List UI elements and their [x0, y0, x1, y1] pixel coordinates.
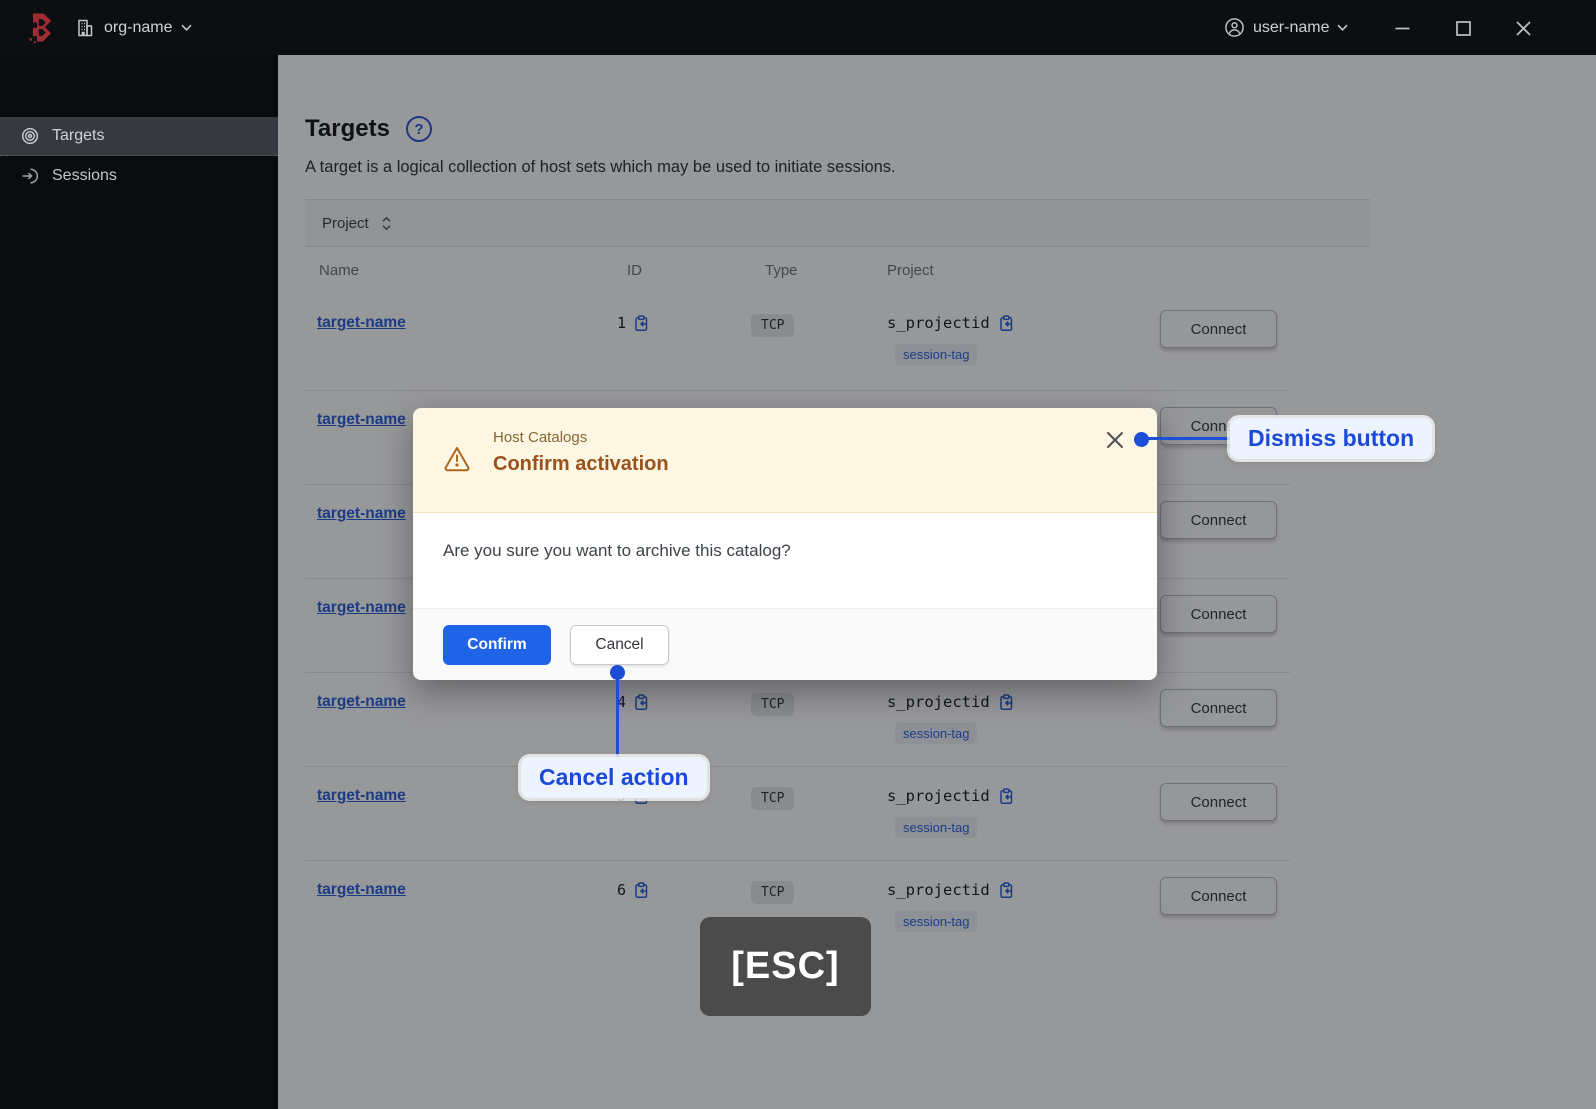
- app-window: org-name user-name Targets Sessions Targ…: [0, 0, 1596, 1109]
- org-icon: [75, 18, 95, 38]
- sidebar-item-label: Targets: [52, 127, 105, 144]
- dialog-header: Host Catalogs Confirm activation: [413, 408, 1157, 513]
- dismiss-callout-label: Dismiss button: [1230, 418, 1433, 459]
- confirm-dialog: Host Catalogs Confirm activation Are you…: [413, 408, 1157, 680]
- dialog-dismiss-button[interactable]: [1101, 426, 1129, 454]
- dialog-tagline: Host Catalogs: [493, 429, 588, 446]
- cancel-callout-label: Cancel action: [521, 757, 707, 798]
- boundary-logo: [27, 11, 57, 44]
- sidebar: Targets Sessions: [0, 55, 278, 1109]
- user-menu[interactable]: user-name: [1224, 0, 1349, 55]
- sidebar-item-targets[interactable]: Targets: [0, 117, 278, 156]
- esc-key-indicator: [ESC]: [700, 917, 871, 1016]
- window-maximize-button[interactable]: [1452, 17, 1474, 39]
- dialog-footer: Confirm Cancel: [413, 608, 1157, 680]
- target-icon: [21, 127, 39, 145]
- confirm-button[interactable]: Confirm: [443, 624, 551, 665]
- window-minimize-button[interactable]: [1391, 17, 1413, 39]
- org-name-label: org-name: [104, 18, 173, 36]
- dialog-question-text: Are you sure you want to archive this ca…: [443, 541, 791, 560]
- title-bar: org-name user-name: [0, 0, 1596, 55]
- session-icon: [21, 167, 39, 185]
- sidebar-item-label: Sessions: [52, 166, 117, 184]
- cancel-callout-line: [616, 678, 619, 757]
- user-avatar-icon: [1224, 17, 1245, 38]
- org-switcher[interactable]: org-name: [75, 18, 193, 38]
- user-name-label: user-name: [1253, 18, 1330, 36]
- cancel-button[interactable]: Cancel: [570, 624, 669, 665]
- chevron-down-icon: [1337, 24, 1349, 31]
- dismiss-callout-line: [1147, 437, 1230, 440]
- dialog-title: Confirm activation: [493, 453, 669, 475]
- sidebar-item-sessions[interactable]: Sessions: [0, 156, 278, 195]
- dialog-body: Are you sure you want to archive this ca…: [413, 513, 1157, 608]
- warning-triangle-icon: [442, 445, 472, 473]
- chevron-down-icon: [181, 24, 193, 31]
- window-close-button[interactable]: [1512, 17, 1534, 39]
